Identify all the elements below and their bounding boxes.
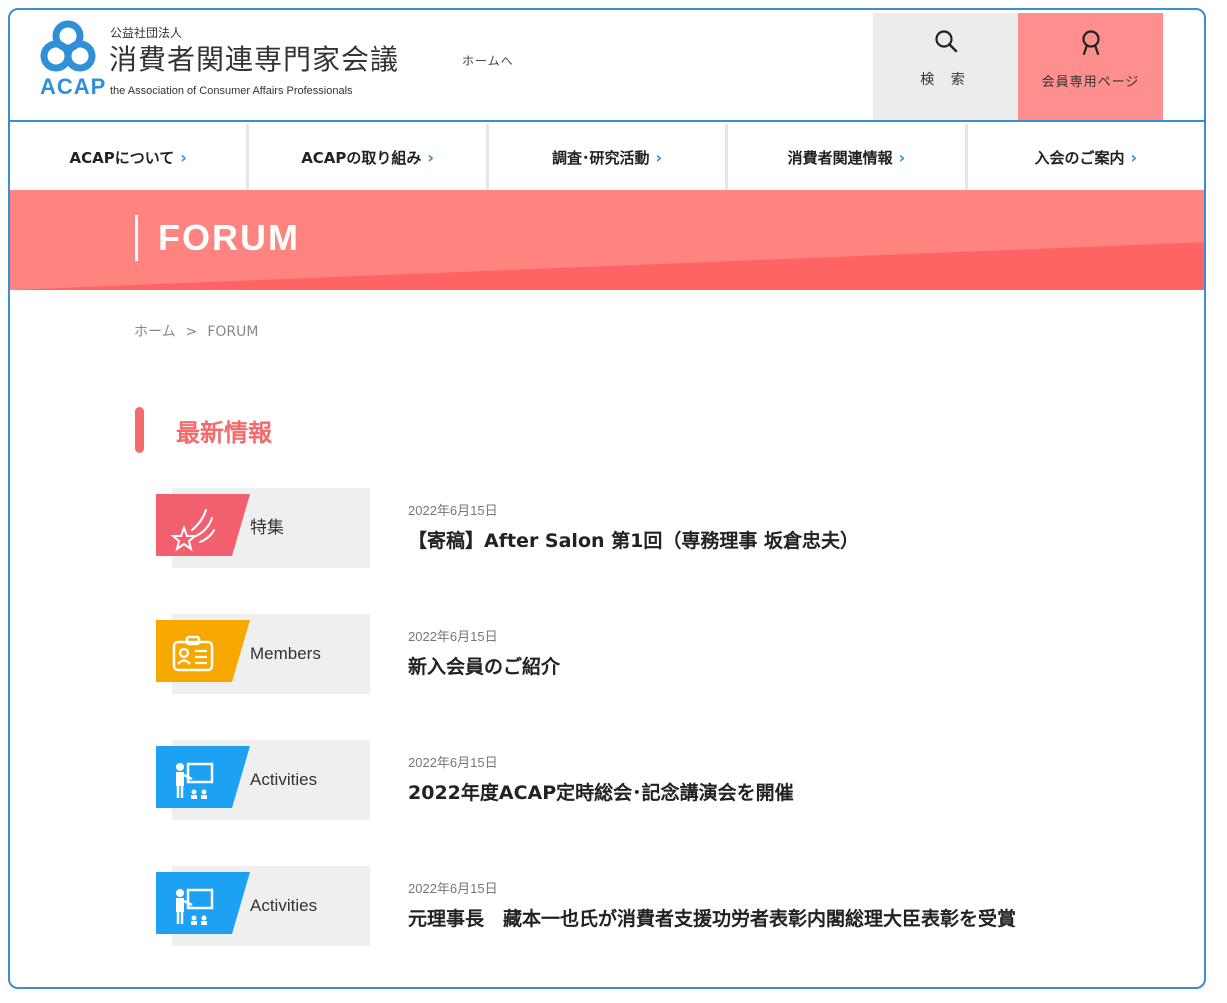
search-icon — [934, 30, 957, 53]
member-page-button[interactable]: 会員専用ページ — [1018, 13, 1163, 120]
news-title-link[interactable]: 新入会員のご紹介 — [408, 652, 560, 679]
nav-item-research[interactable]: 調査･研究活動 › — [489, 124, 729, 190]
chevron-right-icon: › — [655, 147, 663, 167]
nav-item-label: 入会のご案内 — [1034, 148, 1125, 167]
chevron-right-icon: › — [898, 147, 906, 167]
category-label: 特集 — [250, 518, 284, 537]
nav-item-initiatives[interactable]: ACAPの取り組み › — [249, 124, 489, 190]
org-name: 消費者関連専門家会議 — [109, 43, 400, 76]
breadcrumb-separator: > — [185, 324, 198, 340]
breadcrumb-home-link[interactable]: ホーム — [134, 324, 176, 340]
news-title-link[interactable]: 【寄稿】After Salon 第1回（専務理事 坂倉忠夫） — [408, 526, 859, 553]
nav-item-consumer-info[interactable]: 消費者関連情報 › — [728, 124, 968, 190]
page-frame: ACAP 公益社団法人 消費者関連専門家会議 the Association o… — [8, 8, 1206, 989]
news-date: 2022年6月15日 — [408, 629, 498, 644]
logo-text: ACAP — [40, 74, 107, 99]
category-label: Members — [250, 644, 321, 663]
nav-item-label: 消費者関連情報 — [787, 148, 893, 167]
search-label: 検 索 — [920, 72, 971, 88]
category-tag-feature[interactable]: 特集 — [156, 488, 370, 568]
chevron-right-icon: › — [427, 147, 435, 167]
category-label: Activities — [250, 896, 318, 915]
news-date: 2022年6月15日 — [408, 503, 498, 518]
member-label: 会員専用ページ — [1041, 75, 1140, 90]
breadcrumb-current: FORUM — [207, 324, 259, 340]
news-date: 2022年6月15日 — [408, 881, 498, 896]
chevron-right-icon: › — [1130, 147, 1138, 167]
home-link[interactable]: ホームへ — [462, 52, 514, 69]
main-nav: ACAPについて › ACAPの取り組み › 調査･研究活動 › 消費者関連情報 › 入… — [10, 124, 1204, 190]
category-label: Activities — [250, 770, 318, 789]
nav-item-about[interactable]: ACAPについて › — [10, 124, 250, 190]
presentation-icon — [176, 888, 214, 925]
news-item: Activities 2022年6月15日 2022年度ACAP定時総会･記念講… — [156, 740, 1116, 820]
presentation-icon — [176, 762, 214, 799]
nav-item-membership[interactable]: 入会のご案内 › — [968, 124, 1204, 190]
category-tag-members[interactable]: Members — [156, 614, 370, 694]
news-title-link[interactable]: 元理事長 藏本一也氏が消費者支援功労者表彰内閣総理大臣表彰を受賞 — [408, 904, 1016, 931]
nav-item-label: ACAPについて — [69, 148, 175, 167]
chevron-right-icon: › — [180, 147, 187, 167]
news-title-link[interactable]: 2022年度ACAP定時総会･記念講演会を開催 — [408, 778, 794, 805]
news-item: Members 2022年6月15日 新入会員のご紹介 — [156, 614, 1116, 694]
news-date: 2022年6月15日 — [408, 755, 498, 770]
page-title: FORUM — [135, 215, 300, 261]
nav-item-label: ACAPの取り組み — [301, 148, 422, 167]
acap-logo-icon[interactable] — [38, 18, 98, 80]
section-heading-bar — [135, 407, 144, 453]
category-tag-activities[interactable]: Activities — [156, 866, 370, 946]
section-title: 最新情報 — [176, 419, 272, 447]
news-item: 特集 2022年6月15日 【寄稿】After Salon 第1回（専務理事 坂… — [156, 488, 1116, 568]
star-icon — [170, 509, 215, 552]
user-icon — [1081, 30, 1100, 56]
breadcrumb: ホーム > FORUM — [134, 321, 258, 341]
search-button[interactable]: 検 索 — [873, 13, 1018, 120]
news-item: Activities 2022年6月15日 元理事長 藏本一也氏が消費者支援功労… — [156, 866, 1116, 946]
id-card-icon — [172, 635, 214, 672]
page-banner: FORUM — [10, 190, 1204, 290]
category-tag-activities[interactable]: Activities — [156, 740, 370, 820]
nav-item-label: 調査･研究活動 — [551, 148, 650, 167]
site-header: ACAP 公益社団法人 消費者関連専門家会議 the Association o… — [10, 10, 1204, 122]
org-english-name: the Association of Consumer Affairs Prof… — [110, 85, 353, 97]
